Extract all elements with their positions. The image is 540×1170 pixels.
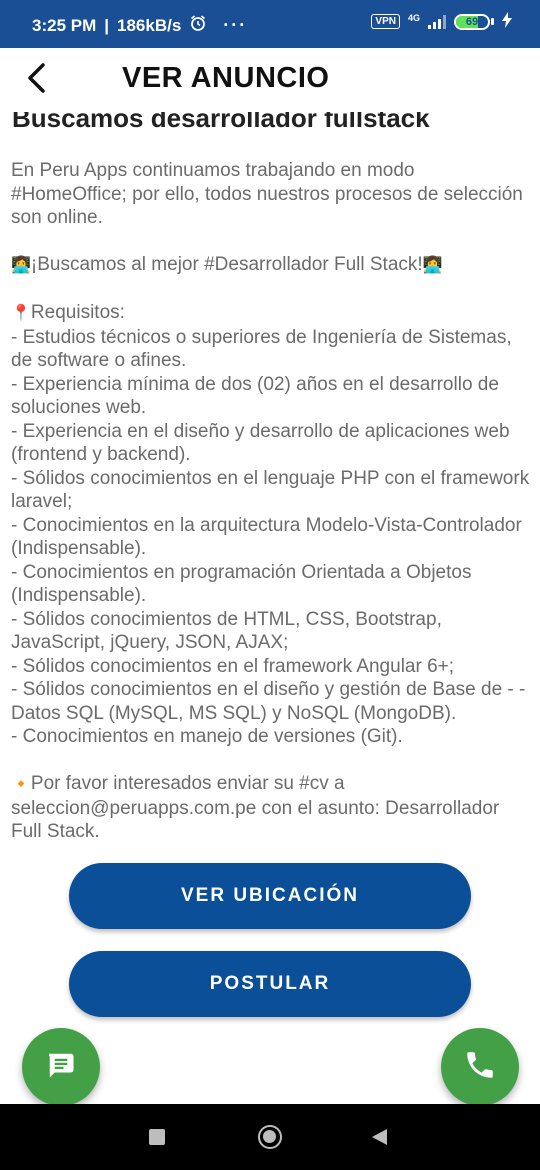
- diamond-icon: 🔸: [11, 776, 31, 793]
- requirement-item: - Conocimientos en programación Orientad…: [11, 561, 472, 607]
- arrow-left-icon: [25, 62, 47, 99]
- requirement-item: - Sólidos conocimientos en el lenguaje P…: [11, 467, 530, 513]
- home-icon[interactable]: [258, 1125, 282, 1149]
- chat-bubble-icon: [46, 1050, 76, 1085]
- phone-icon: [463, 1048, 497, 1087]
- requirement-item: - Conocimientos en la arquitectura Model…: [11, 514, 522, 560]
- chat-button[interactable]: [22, 1028, 100, 1106]
- ad-body: En Peru Apps continuamos trabajando en m…: [11, 159, 533, 844]
- technologist-icon: 👩‍💻: [11, 257, 31, 274]
- alarm-icon: [189, 14, 207, 37]
- status-left: 3:25 PM | 186kB/s ···: [32, 14, 248, 37]
- charging-icon: [502, 12, 512, 31]
- app-bar: VER ANUNCIO: [0, 48, 540, 112]
- ad-intro: En Peru Apps continuamos trabajando en m…: [11, 160, 523, 228]
- system-nav-bar: [0, 1104, 540, 1170]
- apply-button[interactable]: POSTULAR: [69, 951, 471, 1017]
- recents-icon[interactable]: [149, 1129, 165, 1145]
- requirement-item: - Sólidos conocimientos en el framework …: [11, 655, 455, 677]
- ad-contact: Por favor interesados enviar su #cv a se…: [11, 773, 500, 842]
- status-right: VPN 4G 69: [371, 12, 512, 31]
- status-bar: 3:25 PM | 186kB/s ··· VPN 4G 69: [0, 0, 540, 48]
- back-triangle-icon[interactable]: [372, 1129, 387, 1145]
- ad-content[interactable]: Buscamos desarrollador fullstack En Peru…: [0, 95, 540, 875]
- requirements-title: Requisitos:: [30, 302, 125, 323]
- more-notifications-icon: ···: [223, 15, 248, 35]
- requirement-item: - Estudios técnicos o superiores de Inge…: [11, 326, 512, 372]
- page-title: VER ANUNCIO: [122, 62, 330, 94]
- pin-icon: 📍: [11, 305, 31, 322]
- back-button[interactable]: [14, 58, 58, 102]
- technologist-icon: 👩‍💻: [422, 257, 443, 274]
- signal-icon: [428, 14, 446, 29]
- ad-tagline: ¡Buscamos al mejor #Desarrollador Full S…: [30, 254, 423, 275]
- battery-icon: 69: [454, 13, 494, 30]
- status-time: 3:25 PM: [32, 15, 97, 35]
- network-label: 4G: [407, 12, 420, 23]
- status-speed: 186kB/s: [117, 15, 182, 35]
- requirement-item: - Sólidos conocimientos en el diseño y g…: [11, 679, 526, 724]
- view-location-button[interactable]: VER UBICACIÓN: [69, 863, 471, 929]
- vpn-badge: VPN: [371, 14, 400, 29]
- requirement-item: - Experiencia en el diseño y desarrollo …: [11, 420, 510, 466]
- requirement-item: - Conocimientos en manejo de versiones (…: [11, 726, 403, 747]
- requirement-item: - Experiencia mínima de dos (02) años en…: [11, 373, 499, 419]
- requirement-item: - Sólidos conocimientos de HTML, CSS, Bo…: [11, 608, 442, 654]
- battery-level: 69: [465, 15, 479, 28]
- call-button[interactable]: [441, 1028, 519, 1106]
